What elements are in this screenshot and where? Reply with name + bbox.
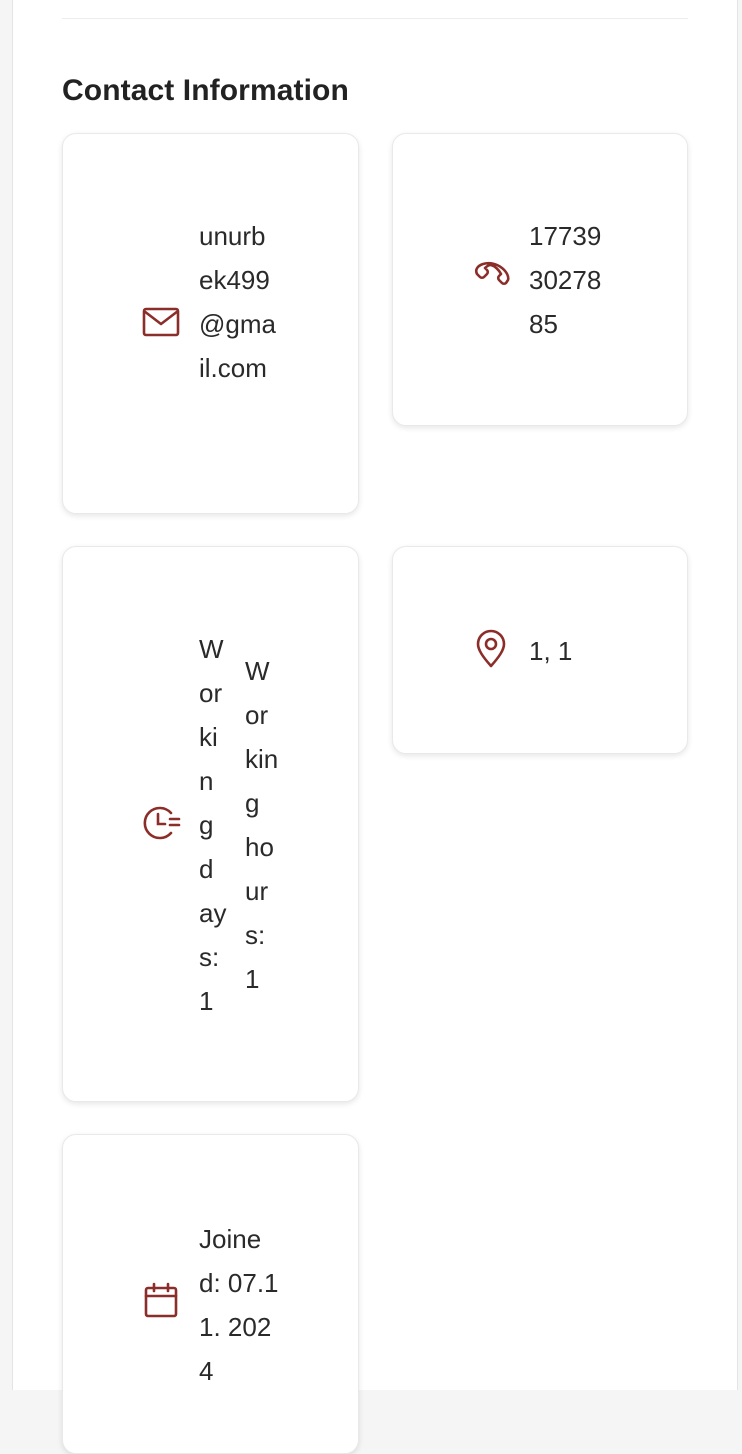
location-text[interactable]: 1, 1 [529, 629, 669, 673]
phone-text[interactable]: 177393027885 [529, 214, 609, 346]
clock-icon [141, 803, 181, 843]
joined-text: Joined: 07.11. 2024 [199, 1224, 279, 1386]
working-days-text: Working days: 1 [199, 634, 227, 1016]
location-pin-icon [471, 629, 511, 669]
location-card: 1, 1 [392, 546, 688, 754]
working-hours-card: Working days: 1 Working hours: 1 [62, 546, 359, 1102]
phone-card: 177393027885 [392, 133, 688, 426]
email-text[interactable]: unurbek499@gmail.com [199, 214, 277, 390]
section-divider [62, 18, 688, 19]
mail-icon [141, 302, 181, 342]
working-hours-text: Working hours: 1 [245, 656, 279, 994]
joined-card: Joined: 07.11. 2024 [62, 1134, 359, 1454]
calendar-icon [141, 1280, 181, 1320]
email-card: unurbek499@gmail.com [62, 133, 359, 514]
phone-icon [471, 256, 511, 296]
section-title: Contact Information [62, 74, 349, 107]
